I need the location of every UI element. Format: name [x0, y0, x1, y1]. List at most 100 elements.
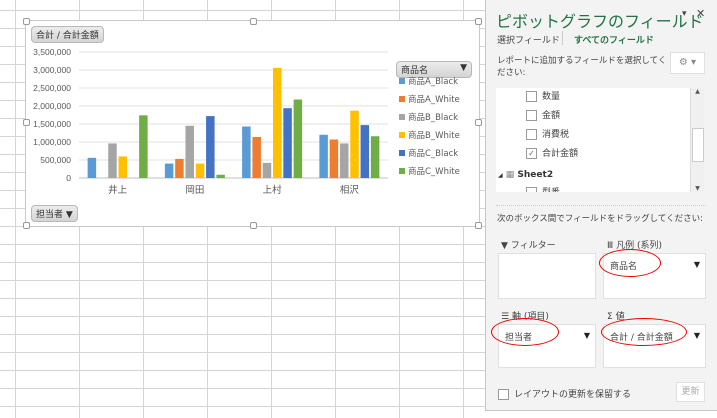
settings-button[interactable]: ⚙ ▾ — [670, 52, 705, 74]
legend-entry: 商品B_Black — [408, 112, 458, 123]
filter-area-label: ▼ フィルター — [501, 238, 556, 251]
field-label: 数量 — [542, 92, 561, 102]
y-tick-label: 500,000 — [40, 155, 71, 165]
checkbox[interactable] — [526, 187, 537, 192]
bar-商品B_Black — [185, 125, 194, 178]
legend-entry: 商品A_Black — [408, 76, 458, 87]
field-item[interactable]: 数量 — [526, 89, 560, 102]
update-button[interactable]: 更新 — [676, 382, 705, 402]
scrollbar[interactable]: ▲ ▼ — [690, 88, 704, 192]
checkbox[interactable] — [498, 389, 509, 400]
instruction-text: レポートに追加するフィールドを選択してください: — [497, 56, 667, 78]
drag-instruction: 次のボックス間でフィールドをドラッグしてください: — [497, 214, 703, 224]
tab-selected-fields[interactable]: 選択フィールド — [497, 33, 560, 46]
highlight-ellipse — [601, 318, 687, 346]
table-icon: ▦ — [505, 170, 515, 180]
bar-商品A_Black — [319, 134, 328, 178]
bar-商品B_White — [273, 67, 282, 178]
bar-商品A_Black — [87, 157, 97, 178]
highlight-ellipse — [491, 318, 559, 346]
divider — [562, 31, 563, 45]
field-label: 金額 — [542, 111, 561, 121]
tab-all-fields[interactable]: すべてのフィールド — [574, 33, 654, 46]
bar-商品B_Black — [339, 143, 349, 178]
legend-entry: 商品C_White — [408, 166, 460, 177]
y-tick-label: 1,500,000 — [33, 119, 71, 129]
highlight-ellipse — [599, 249, 661, 277]
chart-plot: 3,500,000 3,000,000 2,500,000 2,000,000 1,50… — [33, 47, 460, 196]
y-tick-label: 1,000,000 — [33, 137, 71, 147]
bar-商品A_White — [252, 136, 261, 178]
bar-商品A_Black — [164, 163, 174, 178]
legend-swatch — [399, 114, 405, 120]
x-tick-label: 岡田 — [185, 185, 204, 196]
collapse-icon: ◢ — [498, 172, 503, 179]
legend-entry: 商品C_Black — [408, 148, 458, 159]
bar-商品C_White — [293, 99, 303, 178]
dropdown-arrow-icon[interactable]: ▼ — [694, 260, 700, 269]
legend-swatch — [399, 132, 405, 138]
x-tick-label: 井上 — [108, 184, 128, 196]
y-tick-label: 3,000,000 — [33, 65, 71, 75]
bar-商品A_White — [329, 139, 339, 178]
bar-商品B_White — [195, 163, 205, 178]
gear-icon: ⚙ — [678, 57, 688, 68]
bar-商品C_White — [216, 174, 225, 178]
checkbox[interactable] — [526, 110, 537, 121]
legend-entry: 商品B_White — [408, 130, 460, 141]
y-tick-label: 2,000,000 — [33, 101, 71, 111]
dropdown-arrow-icon[interactable]: ▼ — [694, 331, 700, 340]
bar-商品C_White — [370, 136, 380, 178]
table-name: Sheet2 — [517, 170, 554, 180]
y-tick-label: 0 — [66, 173, 71, 183]
checkbox[interactable] — [526, 91, 537, 102]
filter-label: フィルター — [510, 241, 556, 251]
bar-商品B_White — [118, 156, 128, 178]
divider — [496, 205, 706, 206]
sigma-icon: Σ — [607, 312, 613, 322]
legend-entry: 商品A_White — [408, 94, 460, 105]
filter-drop-area[interactable] — [498, 253, 596, 299]
table-node-sheet2[interactable]: ◢ ▦ Sheet2 — [498, 170, 553, 180]
field-list[interactable]: 数量金額消費税 ✓ 合計金額 ◢ ▦ Sheet2 型番 ▲ ▼ — [496, 88, 704, 192]
field-label: 型番 — [542, 188, 560, 192]
bar-商品C_Black — [283, 108, 292, 178]
y-tick-label: 2,500,000 — [33, 83, 71, 93]
bar-商品C_Black — [360, 125, 370, 178]
bar-商品B_Black — [262, 162, 272, 178]
field-item[interactable]: ✓ 合計金額 — [526, 146, 578, 159]
scroll-up-icon[interactable]: ▲ — [691, 88, 704, 95]
legend-swatch — [399, 78, 405, 84]
checkbox[interactable]: ✓ — [526, 148, 537, 159]
x-tick-label: 相沢 — [340, 184, 360, 196]
pane-options-icon[interactable]: ▾ — [682, 9, 687, 19]
legend-swatch — [399, 168, 405, 174]
bar-商品C_White — [139, 115, 148, 178]
bar-商品B_White — [350, 110, 359, 178]
checkbox[interactable] — [526, 129, 537, 140]
defer-update-label: レイアウトの更新を保留する — [514, 390, 632, 400]
pivot-chart[interactable]: 合計 / 合計金額 商品名 ▼ 担当者 ▼ 3,500,000 3,000,000 2… — [23, 18, 482, 229]
close-icon[interactable]: ✕ — [696, 7, 705, 20]
columns-icon: Ⅲ — [607, 241, 614, 251]
legend-swatch — [399, 96, 405, 102]
field-item[interactable]: 型番 — [526, 185, 560, 192]
dropdown-arrow-icon[interactable]: ▼ — [584, 331, 590, 340]
field-label: 消費税 — [542, 130, 570, 140]
y-tick-label: 3,500,000 — [33, 47, 71, 57]
field-label: 合計金額 — [542, 149, 579, 159]
bar-商品C_Black — [206, 116, 215, 178]
x-tick-label: 上村 — [263, 184, 283, 196]
defer-update-checkbox[interactable]: レイアウトの更新を保留する — [498, 387, 631, 400]
field-item[interactable]: 消費税 — [526, 127, 569, 140]
scroll-down-icon[interactable]: ▼ — [691, 185, 704, 192]
scrollbar-thumb[interactable] — [692, 128, 704, 162]
legend-swatch — [399, 150, 405, 156]
filter-icon: ▼ — [501, 241, 508, 251]
bar-商品A_White — [175, 158, 184, 178]
pane-title: ピボットグラフのフィールド — [496, 12, 704, 31]
pivot-field-pane: ピボットグラフのフィールド ▾ ✕ 選択フィールド すべてのフィールド レポート… — [485, 0, 717, 411]
field-item[interactable]: 金額 — [526, 108, 560, 121]
bar-商品B_Black — [108, 143, 117, 178]
bar-商品A_Black — [242, 126, 251, 178]
